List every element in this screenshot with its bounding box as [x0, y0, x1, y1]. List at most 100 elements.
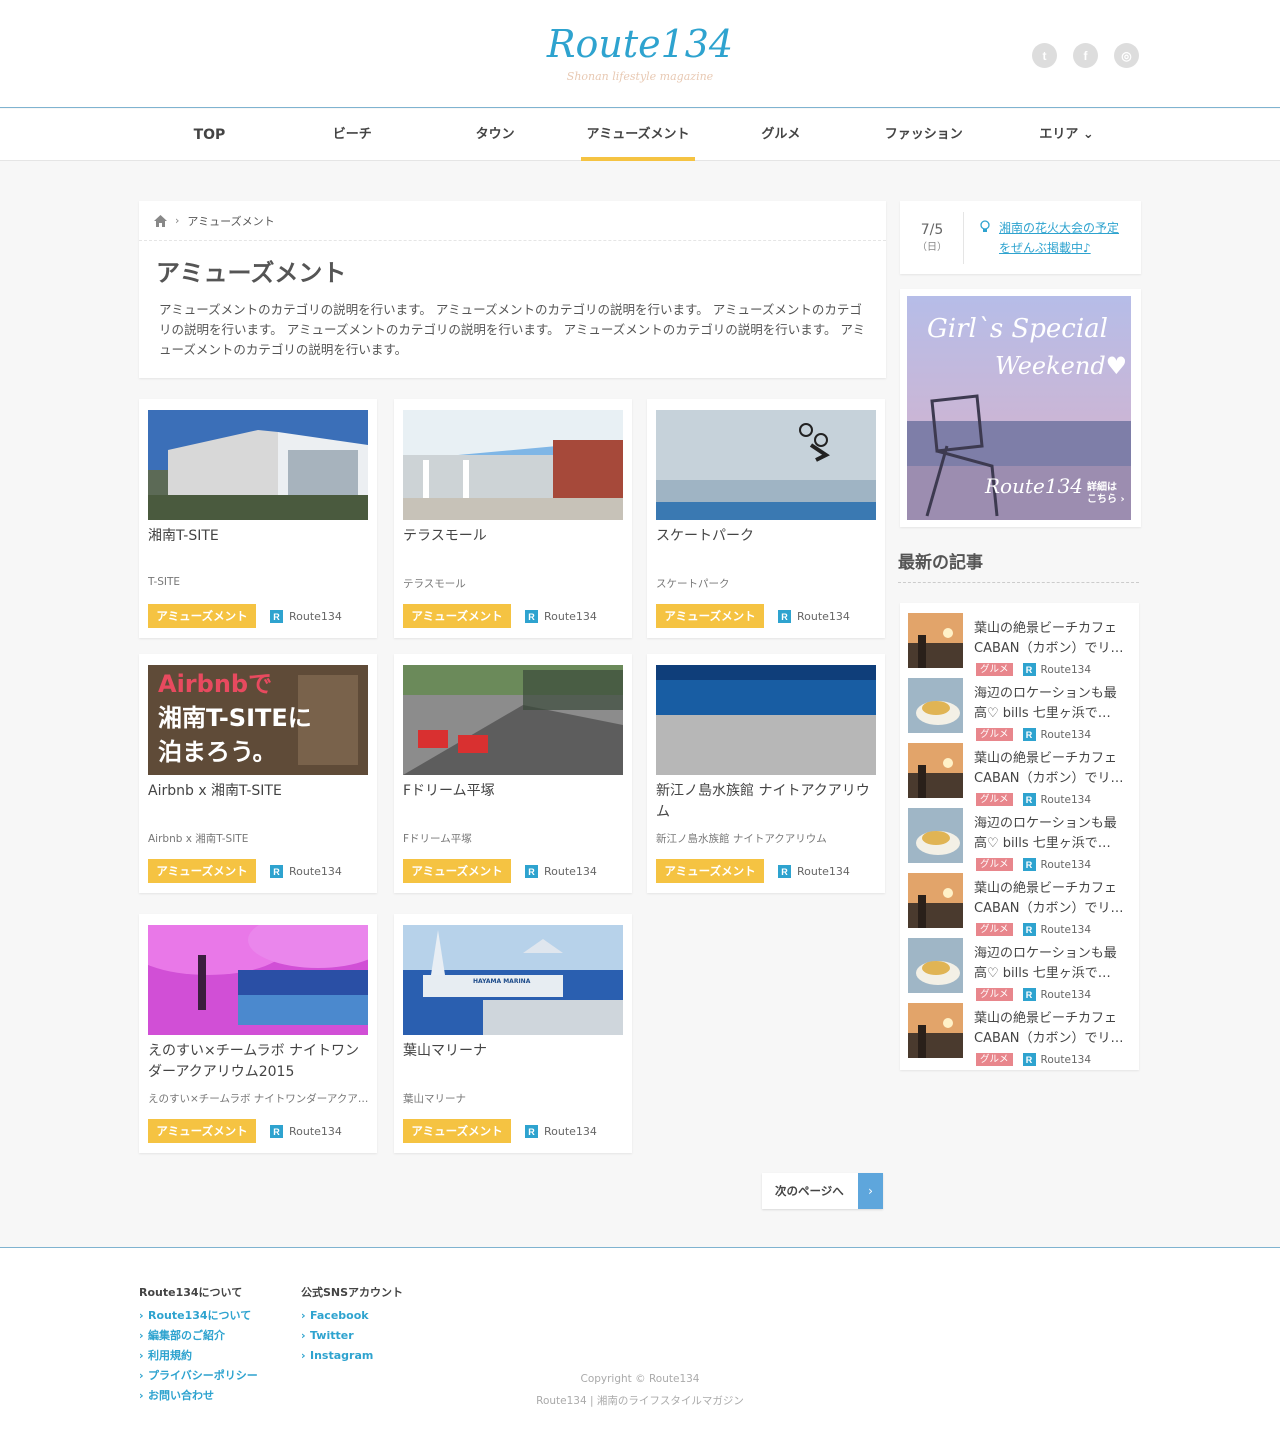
post-thumbnail[interactable] — [148, 410, 368, 520]
recent-thumbnail[interactable] — [908, 1003, 963, 1058]
post-card[interactable]: 湘南T-SITE T-SITE アミューズメント R Route134 — [139, 399, 377, 638]
list-item[interactable]: 葉山の絶景ビーチカフェ CABAN（カボン）でリ… グルメ R Route134 — [908, 743, 1133, 806]
nav-item-gourmet[interactable]: グルメ — [709, 109, 852, 161]
post-title[interactable]: テラスモール — [403, 526, 625, 547]
footer-link-about[interactable]: Route134について — [139, 1306, 258, 1326]
category-tag[interactable]: アミューズメント — [403, 604, 511, 628]
chevron-right-icon: › — [858, 1173, 883, 1209]
recent-title[interactable]: 葉山の絶景ビーチカフェ CABAN（カボン）でリ… — [974, 1009, 1129, 1049]
source-label: Route134 — [1040, 793, 1092, 806]
category-tag[interactable]: アミューズメント — [656, 604, 764, 628]
post-thumbnail[interactable]: HAYAMA MARINA — [403, 925, 623, 1035]
route134-icon: R — [778, 865, 791, 878]
banner-image[interactable]: Girl`s Special Weekend♥ Route134 詳細は こちら… — [907, 296, 1131, 520]
category-tag[interactable]: アミューズメント — [656, 859, 764, 883]
post-title[interactable]: 新江ノ島水族館 ナイトアクアリウム — [656, 781, 878, 823]
footer-link-twitter[interactable]: Twitter — [301, 1326, 403, 1346]
category-tag[interactable]: グルメ — [976, 728, 1013, 741]
recent-thumbnail[interactable] — [908, 808, 963, 863]
category-tag[interactable]: アミューズメント — [148, 604, 256, 628]
recent-title[interactable]: 海辺のロケーションも最高♡ bills 七里ヶ浜で… — [974, 944, 1129, 984]
list-item[interactable]: 葉山の絶景ビーチカフェ CABAN（カボン）でリ… グルメ R Route134 — [908, 1003, 1133, 1066]
category-description: アミューズメントのカテゴリの説明を行います。 アミューズメントのカテゴリの説明を… — [159, 302, 866, 357]
banner-more-link[interactable]: 詳細は こちら › — [1087, 482, 1125, 506]
post-thumbnail[interactable] — [656, 665, 876, 775]
category-tag[interactable]: アミューズメント — [148, 1119, 256, 1143]
lightbulb-icon — [980, 220, 990, 232]
post-subtitle: テラスモール — [403, 578, 466, 590]
post-card[interactable]: えのすい×チームラボ ナイトワンダーアクアリウム2015 えのすい×チームラボ … — [139, 914, 377, 1153]
list-item[interactable]: 海辺のロケーションも最高♡ bills 七里ヶ浜で… グルメ R Route134 — [908, 938, 1133, 1001]
recent-meta: グルメ R Route134 — [976, 663, 1091, 676]
facebook-icon[interactable]: f — [1073, 43, 1098, 68]
post-title[interactable]: Airbnb x 湘南T-SITE — [148, 781, 370, 802]
post-title[interactable]: スケートパーク — [656, 526, 878, 547]
post-thumbnail[interactable] — [403, 410, 623, 520]
next-page-button[interactable]: 次のページへ › — [762, 1173, 883, 1209]
recent-title[interactable]: 海辺のロケーションも最高♡ bills 七里ヶ浜で… — [974, 684, 1129, 724]
post-card[interactable]: Airbnbで 湘南T-SITEに 泊まろう。 Airbnb x 湘南T-SIT… — [139, 654, 377, 893]
promo-banner[interactable]: Girl`s Special Weekend♥ Route134 詳細は こちら… — [900, 289, 1141, 527]
recent-thumbnail[interactable] — [908, 613, 963, 668]
post-card[interactable]: 新江ノ島水族館 ナイトアクアリウム 新江ノ島水族館 ナイトアクアリウム アミュー… — [647, 654, 885, 893]
recent-thumbnail[interactable] — [908, 678, 963, 733]
recent-title[interactable]: 葉山の絶景ビーチカフェ CABAN（カボン）でリ… — [974, 879, 1129, 919]
footer-link-editors[interactable]: 編集部のご紹介 — [139, 1326, 258, 1346]
event-date-value: 7/5 — [920, 222, 944, 238]
instagram-icon[interactable]: ◎ — [1114, 43, 1139, 68]
event-notice[interactable]: 7/5 （日） 湘南の花火大会の予定をぜんぶ掲載中♪ — [900, 201, 1141, 274]
post-card[interactable]: テラスモール テラスモール アミューズメント R Route134 — [394, 399, 632, 638]
nav-item-area[interactable]: エリア ⌄ — [995, 109, 1138, 161]
post-title[interactable]: Fドリーム平塚 — [403, 781, 625, 802]
recent-title[interactable]: 葉山の絶景ビーチカフェ CABAN（カボン）でリ… — [974, 619, 1129, 659]
nav-item-beach[interactable]: ビーチ — [281, 109, 424, 161]
list-item[interactable]: 海辺のロケーションも最高♡ bills 七里ヶ浜で… グルメ R Route134 — [908, 678, 1133, 741]
footer-link-terms[interactable]: 利用規約 — [139, 1346, 258, 1366]
post-title[interactable]: 湘南T-SITE — [148, 526, 370, 547]
category-tag[interactable]: グルメ — [976, 793, 1013, 806]
category-tag[interactable]: グルメ — [976, 923, 1013, 936]
source-label: Route134 — [544, 1125, 597, 1138]
site-logo[interactable]: Route134 Shonan lifestyle magazine — [540, 22, 740, 83]
footer-link-instagram[interactable]: Instagram — [301, 1346, 403, 1366]
nav-item-town[interactable]: タウン — [424, 109, 567, 161]
route134-icon: R — [1022, 663, 1036, 676]
home-icon[interactable] — [154, 214, 167, 227]
post-source: R Route134 — [270, 1125, 342, 1138]
recent-title[interactable]: 葉山の絶景ビーチカフェ CABAN（カボン）でリ… — [974, 749, 1129, 789]
list-item[interactable]: 葉山の絶景ビーチカフェ CABAN（カボン）でリ… グルメ R Route134 — [908, 613, 1133, 676]
nav-item-top[interactable]: TOP — [138, 109, 281, 161]
post-thumbnail[interactable]: Airbnbで 湘南T-SITEに 泊まろう。 — [148, 665, 368, 775]
post-thumbnail[interactable] — [148, 925, 368, 1035]
post-thumbnail[interactable] — [656, 410, 876, 520]
site-header: Route134 Shonan lifestyle magazine t f ◎ — [0, 0, 1280, 108]
list-item[interactable]: 葉山の絶景ビーチカフェ CABAN（カボン）でリ… グルメ R Route134 — [908, 873, 1133, 936]
nav-item-amusement[interactable]: アミューズメント — [567, 109, 710, 161]
post-title[interactable]: 葉山マリーナ — [403, 1041, 625, 1062]
post-subtitle: 新江ノ島水族館 ナイトアクアリウム — [656, 833, 827, 845]
post-title[interactable]: えのすい×チームラボ ナイトワンダーアクアリウム2015 — [148, 1041, 370, 1083]
footer-link-facebook[interactable]: Facebook — [301, 1306, 403, 1326]
source-label: Route134 — [1040, 728, 1092, 741]
recent-thumbnail[interactable] — [908, 938, 963, 993]
post-thumbnail[interactable] — [403, 665, 623, 775]
recent-thumbnail[interactable] — [908, 743, 963, 798]
post-card[interactable]: Fドリーム平塚 Fドリーム平塚 アミューズメント R Route134 — [394, 654, 632, 893]
category-tag[interactable]: グルメ — [976, 988, 1013, 1001]
nav-item-fashion[interactable]: ファッション — [852, 109, 995, 161]
post-card[interactable]: スケートパーク スケートパーク アミューズメント R Route134 — [647, 399, 885, 638]
recent-title[interactable]: 海辺のロケーションも最高♡ bills 七里ヶ浜で… — [974, 814, 1129, 854]
list-item[interactable]: 海辺のロケーションも最高♡ bills 七里ヶ浜で… グルメ R Route134 — [908, 808, 1133, 871]
category-tag[interactable]: アミューズメント — [148, 859, 256, 883]
category-tag[interactable]: アミューズメント — [403, 1119, 511, 1143]
post-card[interactable]: HAYAMA MARINA 葉山マリーナ 葉山マリーナ アミューズメント R Ro… — [394, 914, 632, 1153]
twitter-icon[interactable]: t — [1032, 43, 1057, 68]
category-tag[interactable]: アミューズメント — [403, 859, 511, 883]
category-tag[interactable]: グルメ — [976, 663, 1013, 676]
recent-thumbnail[interactable] — [908, 873, 963, 928]
category-tag[interactable]: グルメ — [976, 858, 1013, 871]
event-link[interactable]: 湘南の花火大会の予定をぜんぶ掲載中♪ — [999, 218, 1124, 258]
thumb-text: Airbnbで — [158, 670, 273, 698]
category-tag[interactable]: グルメ — [976, 1053, 1013, 1066]
post-source: R Route134 — [270, 610, 342, 623]
